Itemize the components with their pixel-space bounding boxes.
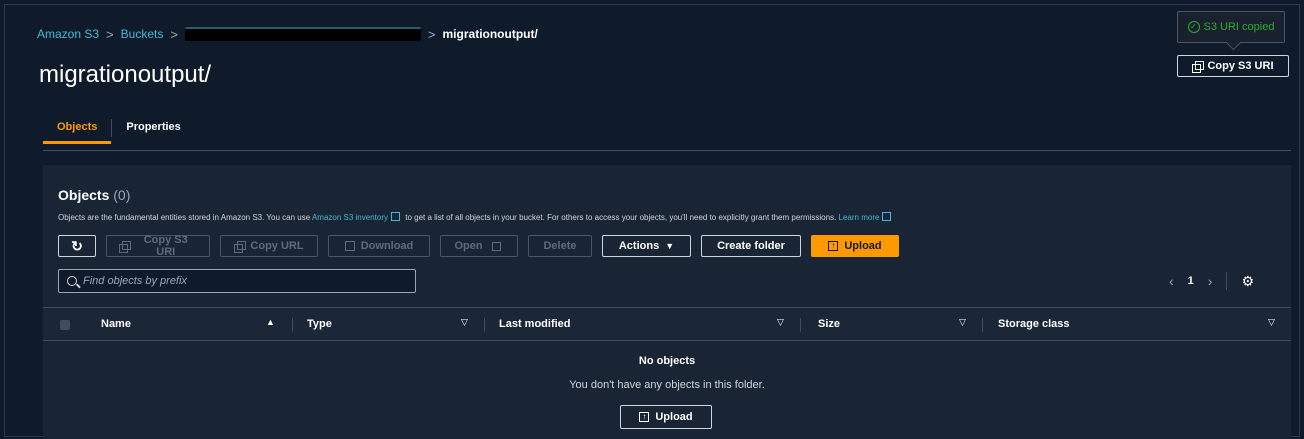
upload-label: Upload bbox=[655, 411, 693, 423]
actions-label: Actions bbox=[618, 240, 660, 252]
breadcrumb-bucket-redacted[interactable] bbox=[184, 27, 421, 41]
copy-s3-uri-button[interactable]: Copy S3 URI bbox=[106, 234, 210, 258]
column-size[interactable]: Size bbox=[818, 318, 840, 330]
tab-objects[interactable]: Objects bbox=[43, 115, 112, 144]
sort-icon[interactable]: ▽ bbox=[959, 317, 966, 328]
tab-bar: Objects Properties bbox=[43, 115, 1291, 151]
external-link-icon bbox=[391, 212, 400, 221]
copy-icon bbox=[119, 241, 132, 253]
sort-icon[interactable]: ▽ bbox=[461, 317, 468, 328]
empty-upload-button[interactable]: ↑ Upload bbox=[620, 405, 712, 429]
objects-toolbar: ↻ Copy S3 URI Copy URL Download Open Del… bbox=[58, 234, 899, 258]
copy-s3-uri-label: Copy S3 URI bbox=[143, 234, 188, 258]
refresh-button[interactable]: ↻ bbox=[58, 235, 96, 257]
create-folder-label: Create folder bbox=[717, 240, 785, 252]
delete-label: Delete bbox=[543, 240, 577, 252]
external-link-icon bbox=[882, 212, 892, 221]
objects-heading: Objects (0) bbox=[58, 187, 130, 203]
objects-panel: Objects (0) Objects are the fundamental … bbox=[43, 165, 1291, 439]
objects-count: (0) bbox=[113, 187, 131, 203]
breadcrumb-current: migrationoutput/ bbox=[442, 27, 538, 41]
column-type[interactable]: Type bbox=[307, 318, 332, 330]
tab-properties[interactable]: Properties bbox=[112, 115, 194, 143]
copy-url-button[interactable]: Copy URL bbox=[220, 235, 318, 257]
chevron-right-icon: > bbox=[170, 26, 178, 42]
caret-down-icon: ▼ bbox=[665, 241, 675, 251]
download-label: Download bbox=[360, 240, 414, 252]
column-storage-class[interactable]: Storage class bbox=[998, 318, 1070, 330]
sort-icon[interactable]: ▽ bbox=[777, 317, 784, 328]
refresh-icon: ↻ bbox=[71, 237, 83, 254]
external-link-icon bbox=[491, 242, 501, 251]
sort-ascending-icon[interactable]: ▲ bbox=[266, 317, 275, 327]
copy-url-label: Copy URL bbox=[250, 240, 304, 252]
chevron-right-icon: > bbox=[106, 26, 114, 42]
check-circle-icon: ✓ bbox=[1187, 21, 1200, 33]
learn-more-link[interactable]: Learn more bbox=[839, 213, 880, 222]
download-button[interactable]: Download bbox=[328, 235, 430, 257]
inventory-link[interactable]: Amazon S3 inventory bbox=[312, 213, 388, 222]
objects-heading-text: Objects bbox=[58, 187, 110, 203]
open-button[interactable]: Open bbox=[440, 235, 518, 257]
s3-console-frame: Amazon S3 > Buckets > > migrationoutput/… bbox=[4, 4, 1300, 439]
download-icon bbox=[344, 241, 355, 251]
copy-icon bbox=[234, 241, 247, 253]
upload-icon: ↑ bbox=[828, 241, 839, 251]
column-last-modified[interactable]: Last modified bbox=[499, 318, 571, 330]
objects-description: Objects are the fundamental entities sto… bbox=[58, 212, 894, 222]
pagination: ‹ 1 › ⚙ bbox=[1169, 270, 1254, 292]
column-divider bbox=[292, 318, 293, 332]
chevron-right-icon: > bbox=[427, 26, 436, 42]
open-label: Open bbox=[454, 240, 483, 252]
sort-icon[interactable]: ▽ bbox=[1268, 317, 1275, 328]
delete-button[interactable]: Delete bbox=[528, 235, 592, 257]
page-title: migrationoutput/ bbox=[39, 61, 212, 88]
description-text: to get a list of all objects in your buc… bbox=[405, 213, 837, 222]
breadcrumb-amazon-s3[interactable]: Amazon S3 bbox=[37, 27, 99, 41]
next-page-icon[interactable]: › bbox=[1208, 273, 1213, 289]
column-divider bbox=[484, 318, 485, 332]
description-text: Objects are the fundamental entities sto… bbox=[58, 213, 311, 222]
breadcrumb-buckets[interactable]: Buckets bbox=[121, 27, 164, 41]
copy-s3-uri-header-button[interactable]: Copy S3 URI bbox=[1177, 55, 1289, 77]
empty-title: No objects bbox=[638, 355, 696, 367]
copied-text: S3 URI copied bbox=[1203, 21, 1275, 33]
column-divider bbox=[982, 318, 983, 332]
create-folder-button[interactable]: Create folder bbox=[701, 235, 801, 257]
upload-button[interactable]: ↑ Upload bbox=[811, 235, 899, 257]
prev-page-icon[interactable]: ‹ bbox=[1169, 273, 1174, 289]
gear-icon[interactable]: ⚙ bbox=[1241, 273, 1254, 290]
select-all-checkbox[interactable] bbox=[60, 320, 70, 330]
upload-label: Upload bbox=[844, 240, 882, 252]
pagination-divider bbox=[1226, 272, 1228, 290]
column-name[interactable]: Name bbox=[101, 318, 131, 330]
breadcrumb: Amazon S3 > Buckets > > migrationoutput/ bbox=[37, 25, 538, 43]
copy-s3-uri-label: Copy S3 URI bbox=[1207, 60, 1274, 72]
table-header: Name ▲ Type ▽ Last modified ▽ Size ▽ Sto… bbox=[43, 307, 1291, 341]
upload-icon: ↑ bbox=[639, 412, 650, 422]
search-input[interactable] bbox=[83, 275, 403, 287]
copied-popover: ✓ S3 URI copied bbox=[1177, 11, 1285, 43]
search-icon bbox=[67, 276, 77, 286]
copy-icon bbox=[1192, 61, 1205, 73]
actions-dropdown[interactable]: Actions ▼ bbox=[602, 235, 691, 257]
empty-message: You don't have any objects in this folde… bbox=[569, 379, 765, 391]
column-divider bbox=[800, 318, 801, 332]
current-page[interactable]: 1 bbox=[1188, 275, 1194, 287]
search-box bbox=[58, 269, 416, 293]
